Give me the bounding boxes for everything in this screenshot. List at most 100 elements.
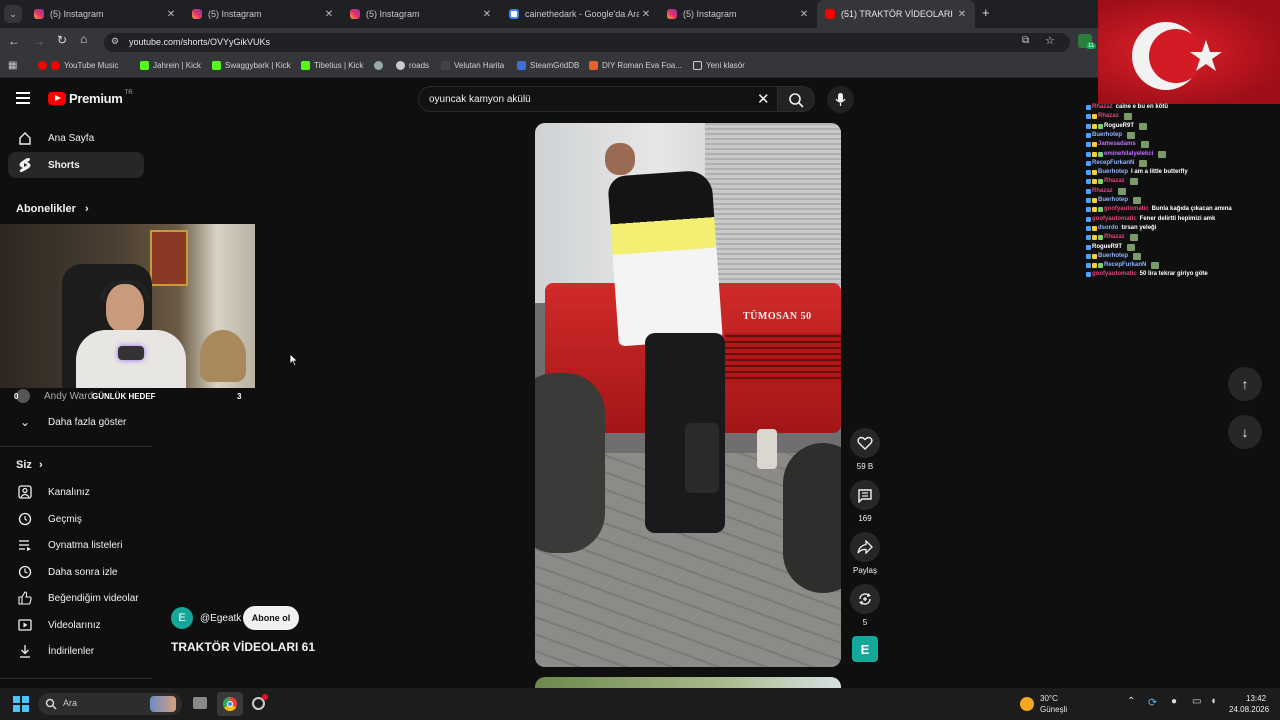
nav-downloads[interactable]: İndirilenler <box>8 638 144 664</box>
chat-username[interactable]: Rhazaz <box>1092 103 1113 112</box>
chat-username[interactable]: Rhazaz <box>1104 177 1125 186</box>
close-tab-icon[interactable]: ✕ <box>480 9 494 20</box>
search-button[interactable] <box>777 86 815 112</box>
chat-username[interactable]: goofyautomatic <box>1104 205 1149 214</box>
forward-icon[interactable]: → <box>33 34 45 48</box>
address-bar[interactable]: ⚙ youtube.com/shorts/OVYyGikVUKs ⧉ ☆ <box>104 33 1070 52</box>
close-tab-icon[interactable]: ✕ <box>322 9 336 20</box>
nav-shorts[interactable]: Shorts <box>8 152 144 178</box>
next-short-preview[interactable] <box>535 677 841 688</box>
short-channel-name[interactable]: @Egeatk <box>200 613 241 624</box>
remix-button[interactable] <box>850 584 880 614</box>
chat-username[interactable]: Buerhotep <box>1098 196 1128 205</box>
bookmark-diy-roman[interactable]: DIY Roman Eva Foa... <box>589 61 682 70</box>
subscriptions-header[interactable]: Abonelikler › <box>16 203 89 215</box>
chat-username[interactable]: Jamesadams <box>1098 140 1136 149</box>
file-explorer-taskbar-icon[interactable] <box>193 697 207 709</box>
nav-playlists[interactable]: Oynatma listeleri <box>8 532 144 558</box>
channel-avatar-button[interactable]: E <box>852 636 878 662</box>
chat-username[interactable]: RecepFurkanN <box>1092 159 1134 168</box>
apps-grid-icon[interactable]: ▦ <box>8 60 17 71</box>
chat-username[interactable]: Buerhotep <box>1098 168 1128 177</box>
windows-start-icon[interactable] <box>13 696 29 712</box>
nav-home[interactable]: Ana Sayfa <box>8 125 144 151</box>
nav-liked-videos[interactable]: Beğendiğim videolar <box>8 585 144 611</box>
bookmark-velutan[interactable]: Velutan Harita <box>441 61 504 70</box>
chrome-taskbar-icon[interactable] <box>217 692 243 716</box>
comments-button[interactable] <box>850 480 880 510</box>
site-info-icon[interactable]: ⚙ <box>111 36 119 47</box>
short-channel-avatar[interactable]: E <box>171 607 193 629</box>
weather-sun-icon[interactable] <box>1020 697 1034 711</box>
browser-tab[interactable]: (5) Instagram ✕ <box>659 0 817 28</box>
close-tab-icon[interactable]: ✕ <box>797 9 811 20</box>
display-tray-icon[interactable]: ▭ <box>1192 696 1201 707</box>
bookmark-steamgriddb[interactable]: SteamGridDB <box>517 61 579 70</box>
previous-short-button[interactable]: ↑ <box>1228 367 1262 401</box>
close-tab-icon[interactable]: ✕ <box>164 9 178 20</box>
like-button[interactable] <box>850 428 880 458</box>
new-tab-button[interactable]: + <box>982 5 990 20</box>
menu-icon[interactable] <box>16 92 30 104</box>
browser-tab[interactable]: (5) Instagram ✕ <box>26 0 184 28</box>
close-tab-icon[interactable]: ✕ <box>955 9 969 20</box>
next-short-button[interactable]: ↓ <box>1228 415 1262 449</box>
youtube-icon <box>825 9 835 19</box>
chat-username[interactable]: RogueR9T <box>1092 243 1122 252</box>
browser-tab[interactable]: (5) Instagram ✕ <box>184 0 342 28</box>
short-video-player[interactable]: TÜMOSAN 50 <box>535 123 841 667</box>
you-header[interactable]: Siz › <box>16 459 43 471</box>
volume-icon[interactable]: ◖ <box>1210 695 1217 707</box>
nav-your-videos[interactable]: Videolarınız <box>8 612 144 638</box>
tab-search-button[interactable]: ⌄ <box>4 5 22 23</box>
taskbar-search[interactable]: Ara <box>38 693 182 715</box>
chat-username[interactable]: goofyautomatic <box>1092 215 1137 224</box>
browser-tab[interactable]: (51) TRAKTÖR VİDEOLARI 6 ✕ <box>817 0 975 28</box>
bookmark-roads[interactable]: roads <box>396 61 429 70</box>
chat-username[interactable]: Rhazaz <box>1104 233 1125 242</box>
bookmark-globe[interactable] <box>374 61 387 70</box>
tray-chevron-icon[interactable]: ⌃ <box>1127 696 1135 707</box>
chat-badge-icon <box>1092 253 1097 259</box>
chat-username[interactable]: goofyautomatic <box>1092 270 1137 279</box>
subscribe-button[interactable]: Abone ol <box>243 606 299 630</box>
install-app-icon[interactable]: ⧉ <box>1022 35 1029 46</box>
back-icon[interactable]: ← <box>8 34 20 48</box>
chat-username[interactable]: eminehilalyelekci <box>1104 150 1153 159</box>
chat-username[interactable]: Buerhotep <box>1098 252 1128 261</box>
chat-username[interactable]: Buerhotep <box>1092 131 1122 140</box>
home-button-icon[interactable]: ⌂ <box>80 32 87 46</box>
chat-username[interactable]: RecepFurkanN <box>1104 261 1146 270</box>
tray-app-icon[interactable]: ⟳ <box>1148 696 1157 709</box>
bookmark-jahrein[interactable]: Jahrein | Kick <box>140 61 201 70</box>
nav-history[interactable]: Geçmiş <box>8 506 144 532</box>
share-button[interactable] <box>850 532 880 562</box>
close-tab-icon[interactable]: ✕ <box>639 9 653 20</box>
chat-badge-icon <box>1098 179 1103 185</box>
clear-search-icon[interactable]: ✕ <box>757 90 770 108</box>
reload-icon[interactable]: ↻ <box>57 33 67 47</box>
microphone-tray-icon[interactable]: ● <box>1171 696 1177 707</box>
search-input[interactable]: oyuncak kamyon akülü <box>429 94 531 105</box>
show-more-button[interactable]: ⌄ Daha fazla göster <box>8 409 144 435</box>
chat-emote-icon <box>1129 234 1138 242</box>
nav-watch-later[interactable]: Daha sonra izle <box>8 559 144 585</box>
search-box[interactable]: oyuncak kamyon akülü ✕ <box>418 86 778 112</box>
chat-username[interactable]: Rhazaz <box>1092 187 1113 196</box>
browser-tab[interactable]: cainethedark - Google'da Ara ✕ <box>501 0 659 28</box>
browser-tab[interactable]: (5) Instagram ✕ <box>342 0 500 28</box>
chat-username[interactable]: dsordo <box>1098 224 1118 233</box>
chat-username[interactable]: Rhazaz <box>1098 112 1119 121</box>
bookmark-folder[interactable]: Yeni klasör <box>693 61 745 70</box>
obs-taskbar-icon[interactable] <box>252 694 268 710</box>
nav-your-channel[interactable]: Kanalınız <box>8 479 144 505</box>
voice-search-button[interactable] <box>827 86 854 113</box>
bookmark-star-icon[interactable]: ☆ <box>1045 34 1055 47</box>
bookmark-tibetius[interactable]: Tibetius | Kick <box>301 61 363 70</box>
bookmark-swaggybark[interactable]: Swaggybark | Kick <box>212 61 291 70</box>
clock-date[interactable]: 24.08.2026 <box>1229 705 1269 714</box>
youtube-logo[interactable]: Premium TR <box>48 90 133 106</box>
chat-username[interactable]: RogueR9T <box>1104 122 1134 131</box>
bookmark-youtube-music[interactable]: YouTube Music <box>38 61 119 70</box>
clock-time[interactable]: 13:42 <box>1246 694 1266 703</box>
